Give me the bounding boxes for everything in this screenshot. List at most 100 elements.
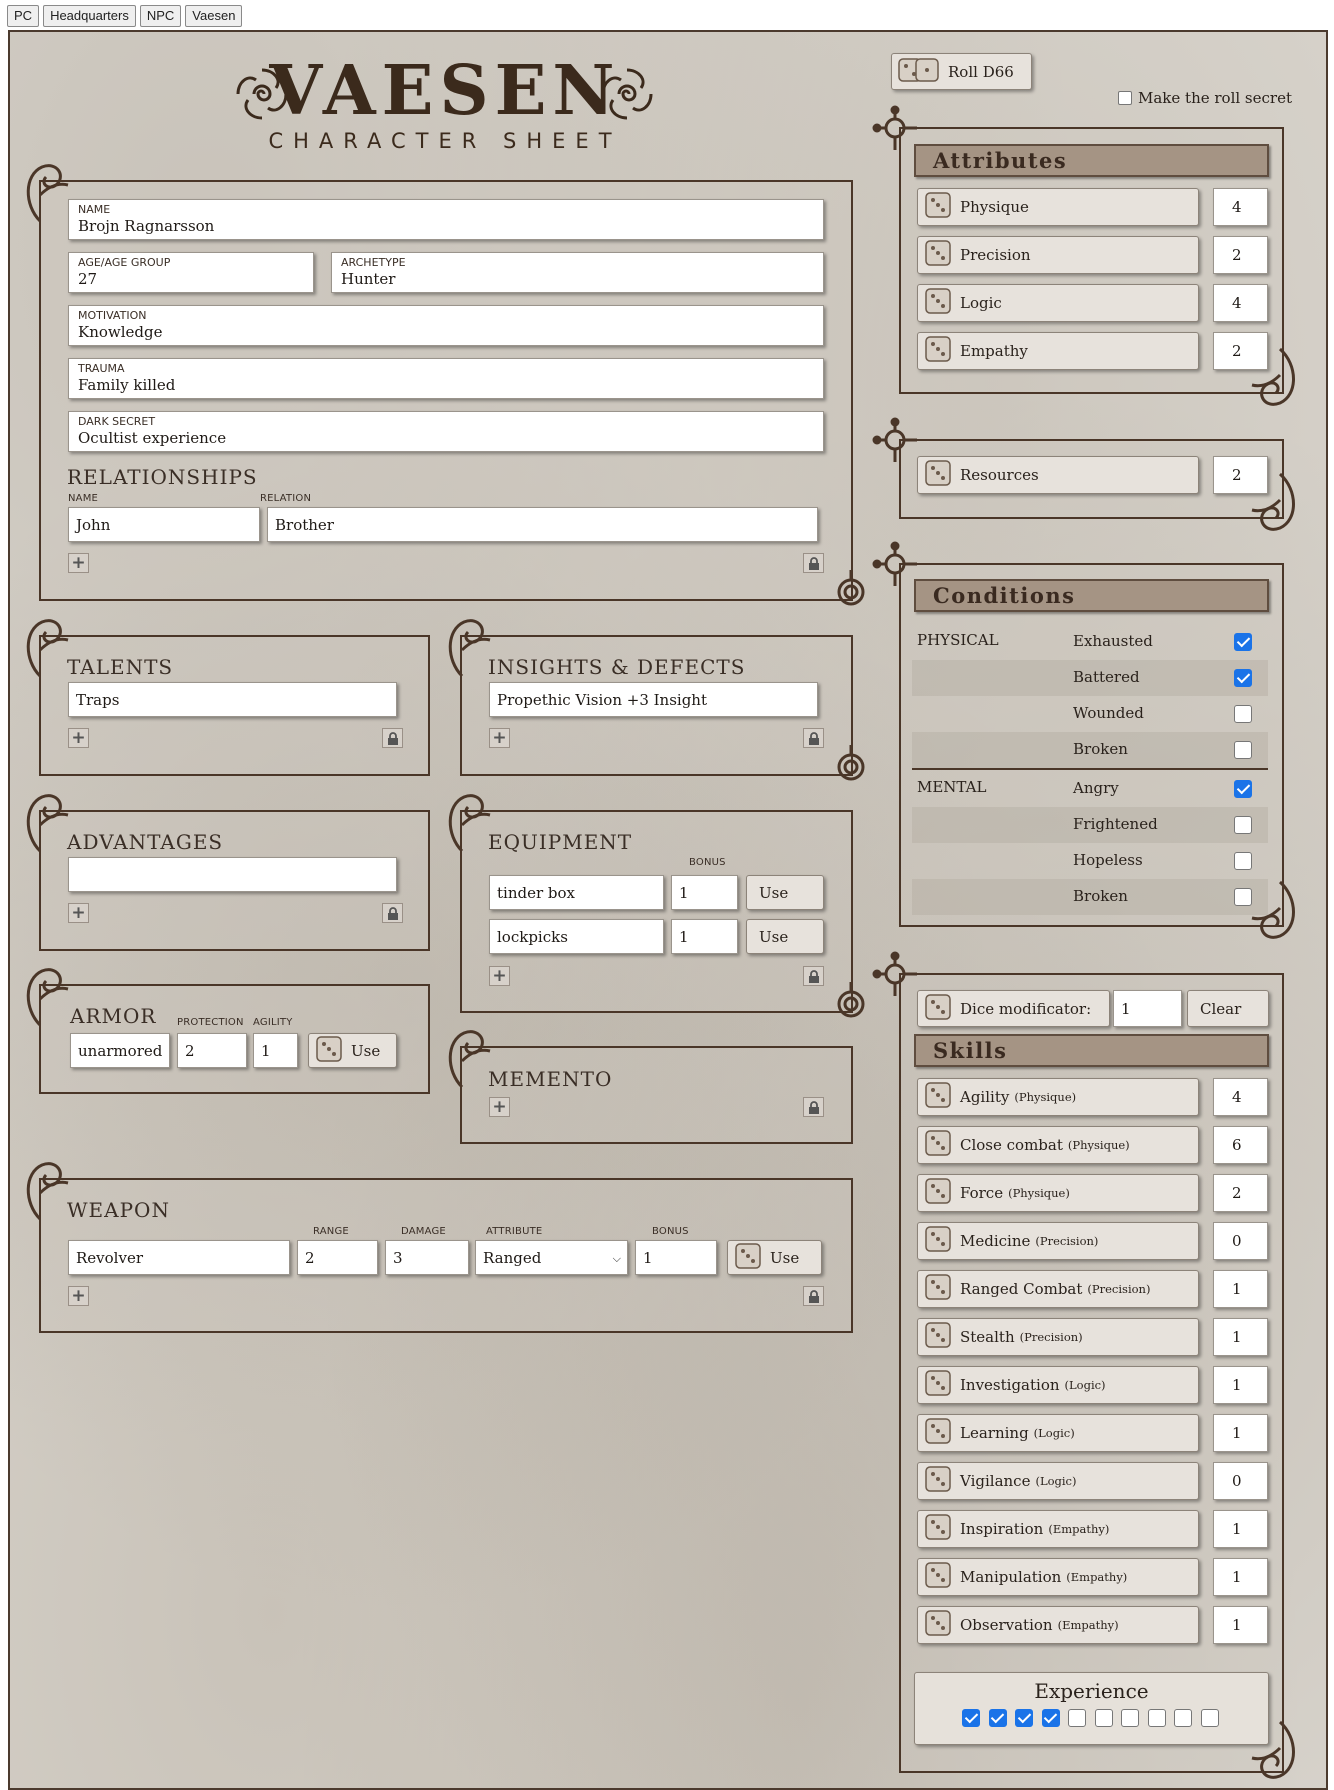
tab-vaesen[interactable]: Vaesen <box>185 5 243 27</box>
tab-pc[interactable]: PC <box>7 5 40 27</box>
lock-insights-button[interactable] <box>803 728 824 748</box>
condition-checkbox[interactable] <box>1234 633 1252 651</box>
lock-equipment-button[interactable] <box>803 966 824 986</box>
experience-checkbox[interactable] <box>1068 1709 1086 1727</box>
attribute-value-input[interactable]: 2 <box>1213 332 1268 370</box>
skill-value-input[interactable]: 1 <box>1213 1414 1268 1452</box>
age-field[interactable]: AGE/AGE GROUP 27 <box>68 252 314 293</box>
lock-advantages-button[interactable] <box>382 903 403 923</box>
experience-checkbox[interactable] <box>1015 1709 1033 1727</box>
attribute-value-input[interactable]: 4 <box>1213 188 1268 226</box>
skill-roll-button[interactable]: Agility (Physique) <box>917 1078 1199 1116</box>
skill-roll-button[interactable]: Manipulation (Empathy) <box>917 1558 1199 1596</box>
experience-checkbox[interactable] <box>1094 1709 1113 1727</box>
secret-roll-checkbox[interactable] <box>1118 91 1132 105</box>
skill-roll-button[interactable]: Force (Physique) <box>917 1174 1199 1212</box>
attribute-value-input[interactable]: 2 <box>1213 236 1268 274</box>
lock-memento-button[interactable] <box>803 1097 824 1117</box>
roll-d66-button[interactable]: Roll D66 <box>891 53 1032 90</box>
weapon-bonus-input[interactable]: 1 <box>635 1240 717 1275</box>
experience-checkbox[interactable] <box>1147 1709 1166 1727</box>
armor-name-input[interactable]: unarmored <box>70 1033 170 1068</box>
skill-value-input[interactable]: 1 <box>1213 1606 1268 1644</box>
dice-modifier-button[interactable]: Dice modificator: <box>917 990 1110 1027</box>
equipment-use-button[interactable]: Use <box>746 919 824 954</box>
equipment-name-input[interactable]: tinder box <box>489 875 664 910</box>
equipment-bonus-input[interactable]: 1 <box>671 875 738 910</box>
experience-checkbox[interactable] <box>1174 1709 1192 1727</box>
weapon-range-input[interactable]: 2 <box>297 1240 378 1275</box>
add-equipment-button[interactable]: + <box>489 966 510 986</box>
weapon-damage-input[interactable]: 3 <box>385 1240 469 1275</box>
equipment-bonus-input[interactable]: 1 <box>671 919 738 954</box>
lock-relationships-button[interactable] <box>803 553 824 573</box>
skill-roll-button[interactable]: Investigation (Logic) <box>917 1366 1199 1404</box>
add-memento-button[interactable]: + <box>489 1097 510 1117</box>
clear-modifier-button[interactable]: Clear <box>1187 990 1269 1027</box>
dark-secret-field[interactable]: DARK SECRET Ocultist experience <box>68 411 824 452</box>
add-weapon-button[interactable]: + <box>68 1286 89 1306</box>
condition-checkbox[interactable] <box>1234 741 1252 759</box>
experience-checkbox[interactable] <box>988 1709 1007 1727</box>
skill-value-input[interactable]: 6 <box>1213 1126 1268 1164</box>
experience-checkbox[interactable] <box>1121 1709 1139 1727</box>
skill-value-input[interactable]: 0 <box>1213 1222 1268 1260</box>
advantage-input[interactable] <box>68 857 397 892</box>
skill-roll-button[interactable]: Close combat (Physique) <box>917 1126 1199 1164</box>
skill-value-input[interactable]: 1 <box>1213 1270 1268 1308</box>
skill-roll-button[interactable]: Learning (Logic) <box>917 1414 1199 1452</box>
skill-roll-button[interactable]: Observation (Empathy) <box>917 1606 1199 1644</box>
tab-headquarters[interactable]: Headquarters <box>43 5 136 27</box>
skill-roll-button[interactable]: Inspiration (Empathy) <box>917 1510 1199 1548</box>
skill-value-input[interactable]: 1 <box>1213 1366 1268 1404</box>
skill-value-input[interactable]: 2 <box>1213 1174 1268 1212</box>
armor-protection-input[interactable]: 2 <box>177 1033 247 1068</box>
attribute-roll-button[interactable]: Logic <box>917 284 1199 322</box>
motivation-field[interactable]: MOTIVATION Knowledge <box>68 305 824 346</box>
skill-value-input[interactable]: 1 <box>1213 1510 1268 1548</box>
insight-input[interactable]: Propethic Vision +3 Insight <box>489 682 818 717</box>
weapon-attribute-select[interactable]: Ranged ⌵ <box>475 1240 628 1275</box>
skill-roll-button[interactable]: Stealth (Precision) <box>917 1318 1199 1356</box>
trauma-field[interactable]: TRAUMA Family killed <box>68 358 824 399</box>
tab-npc[interactable]: NPC <box>139 5 182 27</box>
experience-checkbox[interactable] <box>1041 1709 1060 1727</box>
resources-roll-button[interactable]: Resources <box>917 456 1199 494</box>
archetype-field[interactable]: ARCHETYPE Hunter <box>331 252 824 293</box>
name-field[interactable]: NAME Brojn Ragnarsson <box>68 199 824 240</box>
add-relationship-button[interactable]: + <box>68 553 89 573</box>
attribute-roll-button[interactable]: Precision <box>917 236 1199 274</box>
condition-checkbox[interactable] <box>1234 888 1252 906</box>
weapon-use-button[interactable]: Use <box>727 1240 822 1275</box>
condition-checkbox[interactable] <box>1234 705 1252 723</box>
lock-talents-button[interactable] <box>382 728 403 748</box>
condition-checkbox[interactable] <box>1234 780 1252 798</box>
attribute-roll-button[interactable]: Empathy <box>917 332 1199 370</box>
skill-value-input[interactable]: 1 <box>1213 1318 1268 1356</box>
talent-input[interactable]: Traps <box>68 682 397 717</box>
attribute-roll-button[interactable]: Physique <box>917 188 1199 226</box>
skill-roll-button[interactable]: Ranged Combat (Precision) <box>917 1270 1199 1308</box>
resources-value-input[interactable]: 2 <box>1213 456 1268 494</box>
condition-checkbox[interactable] <box>1234 816 1252 834</box>
skill-value-input[interactable]: 1 <box>1213 1558 1268 1596</box>
experience-checkbox[interactable] <box>962 1709 980 1727</box>
relationship-relation-input[interactable]: Brother <box>267 507 818 542</box>
lock-weapon-button[interactable] <box>803 1286 824 1306</box>
add-advantage-button[interactable]: + <box>68 903 89 923</box>
weapon-name-input[interactable]: Revolver <box>68 1240 290 1275</box>
equipment-use-button[interactable]: Use <box>746 875 824 910</box>
skill-value-input[interactable]: 4 <box>1213 1078 1268 1116</box>
skill-value-input[interactable]: 0 <box>1213 1462 1268 1500</box>
skill-roll-button[interactable]: Vigilance (Logic) <box>917 1462 1199 1500</box>
condition-checkbox[interactable] <box>1234 852 1252 870</box>
equipment-name-input[interactable]: lockpicks <box>489 919 664 954</box>
experience-checkbox[interactable] <box>1200 1709 1219 1727</box>
condition-checkbox[interactable] <box>1234 669 1252 687</box>
skill-roll-button[interactable]: Medicine (Precision) <box>917 1222 1199 1260</box>
add-talent-button[interactable]: + <box>68 728 89 748</box>
add-insight-button[interactable]: + <box>489 728 510 748</box>
relationship-name-input[interactable]: John <box>68 507 260 542</box>
dice-modifier-input[interactable]: 1 <box>1113 990 1182 1027</box>
armor-use-button[interactable]: Use <box>308 1033 397 1068</box>
